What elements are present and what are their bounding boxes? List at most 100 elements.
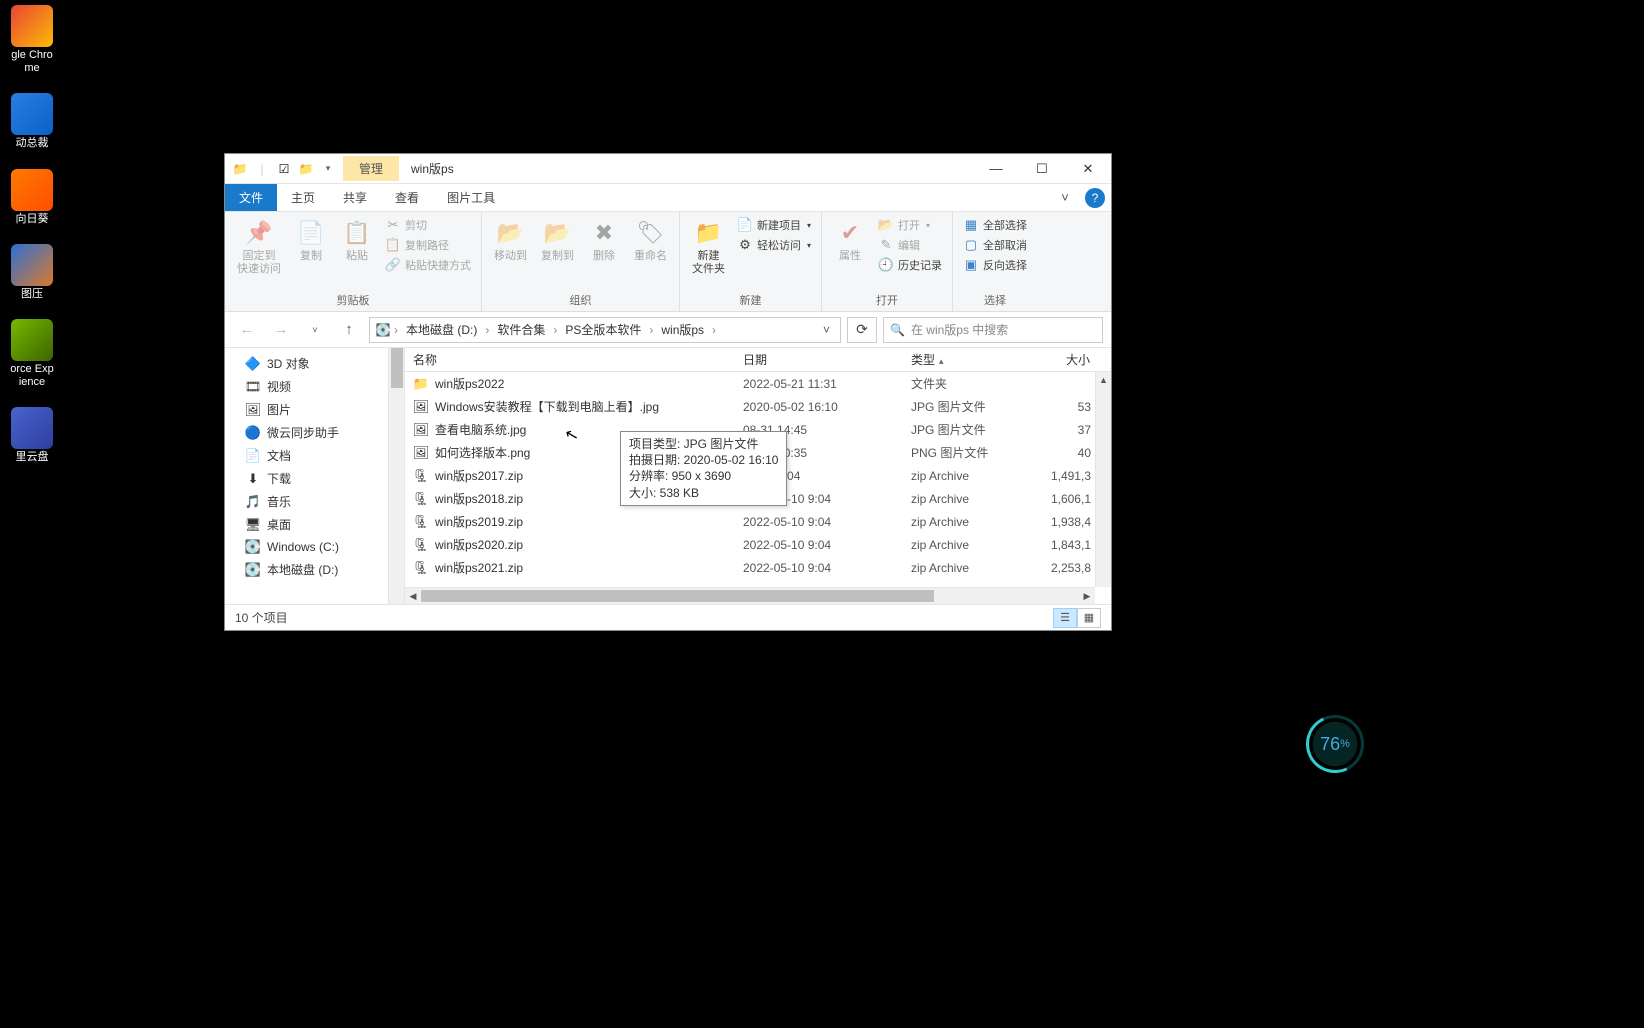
history-button[interactable]: 🕘历史记录: [874, 256, 946, 274]
file-row[interactable]: 🗜win版ps2021.zip2022-05-10 9:04zip Archiv…: [405, 556, 1111, 579]
breadcrumb-item-3[interactable]: win版ps: [655, 321, 710, 338]
rename-button[interactable]: 🏷重命名: [628, 216, 673, 265]
nav-recent-button[interactable]: ˅: [301, 316, 329, 344]
desktop-icon-3[interactable]: 图压: [0, 244, 64, 301]
scrollbar-thumb[interactable]: [421, 590, 934, 602]
nav-item-2[interactable]: 🖼图片: [225, 398, 404, 421]
breadcrumb[interactable]: 💽 › 本地磁盘 (D:) › 软件合集 › PS全版本软件 › win版ps …: [369, 317, 841, 343]
chevron-right-icon[interactable]: ›: [647, 323, 655, 337]
copy-path-button[interactable]: 📋复制路径: [381, 236, 475, 254]
nav-item-7[interactable]: 🖥桌面: [225, 513, 404, 536]
chevron-right-icon[interactable]: ›: [392, 323, 400, 337]
file-row[interactable]: 🗜win版ps2019.zip2022-05-10 9:04zip Archiv…: [405, 510, 1111, 533]
chevron-right-icon[interactable]: ›: [483, 323, 491, 337]
nav-item-icon: 🖥: [245, 517, 261, 533]
open-icon: 📂: [878, 217, 894, 233]
desktop-icon-2[interactable]: 向日葵: [0, 169, 64, 226]
scroll-right-icon[interactable]: ▶: [1079, 591, 1095, 602]
filelist-vertical-scrollbar[interactable]: ▲: [1095, 372, 1111, 587]
new-item-button[interactable]: 📄新建项目▾: [733, 216, 815, 234]
desktop-icon-0[interactable]: gle Chrome: [0, 5, 64, 75]
nav-item-5[interactable]: ⬇下载: [225, 467, 404, 490]
nav-item-icon: 🔷: [245, 356, 261, 372]
collapse-ribbon-button[interactable]: ˅: [1051, 184, 1079, 212]
nav-back-button[interactable]: ←: [233, 316, 261, 344]
copy-button[interactable]: 📄 复制: [289, 216, 333, 265]
nav-item-1[interactable]: 🎞视频: [225, 375, 404, 398]
checkbox-icon[interactable]: ☑: [275, 160, 293, 178]
tab-home[interactable]: 主页: [277, 184, 329, 211]
cut-button[interactable]: ✂剪切: [381, 216, 475, 234]
close-button[interactable]: ✕: [1065, 154, 1111, 184]
file-name: 查看电脑系统.jpg: [435, 421, 526, 438]
copy-to-button[interactable]: 📂复制到: [535, 216, 580, 265]
pin-quick-access-button[interactable]: 📌 固定到 快速访问: [231, 216, 287, 277]
nav-item-icon: 📄: [245, 448, 261, 464]
scroll-up-icon[interactable]: ▲: [1096, 372, 1111, 388]
tab-file[interactable]: 文件: [225, 184, 277, 211]
desktop-icon-1[interactable]: 动总裁: [0, 93, 64, 150]
nav-item-icon: 💽: [245, 539, 261, 555]
nav-item-3[interactable]: 🔵微云同步助手: [225, 421, 404, 444]
nav-forward-button[interactable]: →: [267, 316, 295, 344]
file-row[interactable]: 🗜win版ps2020.zip2022-05-10 9:04zip Archiv…: [405, 533, 1111, 556]
select-all-button[interactable]: ▦全部选择: [959, 216, 1031, 234]
search-input[interactable]: 🔍 在 win版ps 中搜索: [883, 317, 1103, 343]
thumbnails-view-button[interactable]: ▦: [1077, 608, 1101, 628]
tab-picture-tools[interactable]: 图片工具: [433, 184, 509, 211]
cell-type: JPG 图片文件: [903, 421, 1027, 438]
breadcrumb-item-1[interactable]: 软件合集: [491, 321, 551, 338]
dropdown-icon[interactable]: ▾: [319, 160, 337, 178]
chevron-right-icon[interactable]: ›: [551, 323, 559, 337]
folder-small-icon: 📁: [297, 160, 315, 178]
refresh-button[interactable]: ⟳: [847, 317, 877, 343]
open-button[interactable]: 📂打开▾: [874, 216, 946, 234]
maximize-button[interactable]: ☐: [1019, 154, 1065, 184]
scrollbar-thumb[interactable]: [391, 348, 403, 388]
quick-access-toolbar: 📁 | ☑ 📁 ▾: [225, 160, 343, 178]
column-date[interactable]: 日期: [735, 351, 903, 368]
new-folder-button[interactable]: 📁新建 文件夹: [686, 216, 731, 277]
percentage-indicator: 76%: [1306, 715, 1364, 773]
properties-button[interactable]: ✔属性: [828, 216, 872, 265]
breadcrumb-dropdown-button[interactable]: ˅: [817, 323, 836, 337]
tab-share[interactable]: 共享: [329, 184, 381, 211]
breadcrumb-item-0[interactable]: 本地磁盘 (D:): [400, 321, 483, 338]
select-none-button[interactable]: ▢全部取消: [959, 236, 1031, 254]
nav-item-8[interactable]: 💽Windows (C:): [225, 536, 404, 558]
nav-item-icon: 🔵: [245, 425, 261, 441]
invert-selection-button[interactable]: ▣反向选择: [959, 256, 1031, 274]
manage-contextual-tab[interactable]: 管理: [343, 156, 399, 181]
chevron-right-icon[interactable]: ›: [710, 323, 718, 337]
minimize-button[interactable]: —: [973, 154, 1019, 184]
nav-item-9[interactable]: 💽本地磁盘 (D:): [225, 558, 404, 581]
desktop-icon-5[interactable]: 里云盘: [0, 407, 64, 464]
move-to-button[interactable]: 📂移动到: [488, 216, 533, 265]
nav-item-4[interactable]: 📄文档: [225, 444, 404, 467]
column-name[interactable]: 名称: [405, 351, 735, 368]
column-size[interactable]: 大小: [1027, 351, 1111, 368]
nav-up-button[interactable]: ↑: [335, 316, 363, 344]
delete-button[interactable]: ✖删除: [582, 216, 626, 265]
help-button[interactable]: ?: [1085, 188, 1105, 208]
app-icon: [11, 93, 53, 135]
file-row[interactable]: 📁win版ps20222022-05-21 11:31文件夹: [405, 372, 1111, 395]
column-type[interactable]: 类型▴: [903, 351, 1027, 368]
nav-item-6[interactable]: 🎵音乐: [225, 490, 404, 513]
scroll-left-icon[interactable]: ◀: [405, 591, 421, 602]
tab-view[interactable]: 查看: [381, 184, 433, 211]
navigation-pane[interactable]: 🔷3D 对象🎞视频🖼图片🔵微云同步助手📄文档⬇下载🎵音乐🖥桌面💽Windows …: [225, 348, 405, 604]
easy-access-button[interactable]: ⚙轻松访问▾: [733, 236, 815, 254]
nav-item-icon: 🖼: [245, 402, 261, 418]
paste-button[interactable]: 📋 粘贴: [335, 216, 379, 265]
nav-item-0[interactable]: 🔷3D 对象: [225, 352, 404, 375]
paste-shortcut-button[interactable]: 🔗粘贴快捷方式: [381, 256, 475, 274]
desktop-icon-4[interactable]: orce Expience: [0, 319, 64, 389]
file-row[interactable]: 🖼Windows安装教程【下载到电脑上看】.jpg2020-05-02 16:1…: [405, 395, 1111, 418]
edit-button[interactable]: ✎编辑: [874, 236, 946, 254]
filelist-horizontal-scrollbar[interactable]: ◀ ▶: [405, 587, 1095, 604]
nav-item-icon: 💽: [245, 562, 261, 578]
breadcrumb-item-2[interactable]: PS全版本软件: [559, 321, 647, 338]
details-view-button[interactable]: ☰: [1053, 608, 1077, 628]
navpane-scrollbar[interactable]: [388, 348, 404, 604]
